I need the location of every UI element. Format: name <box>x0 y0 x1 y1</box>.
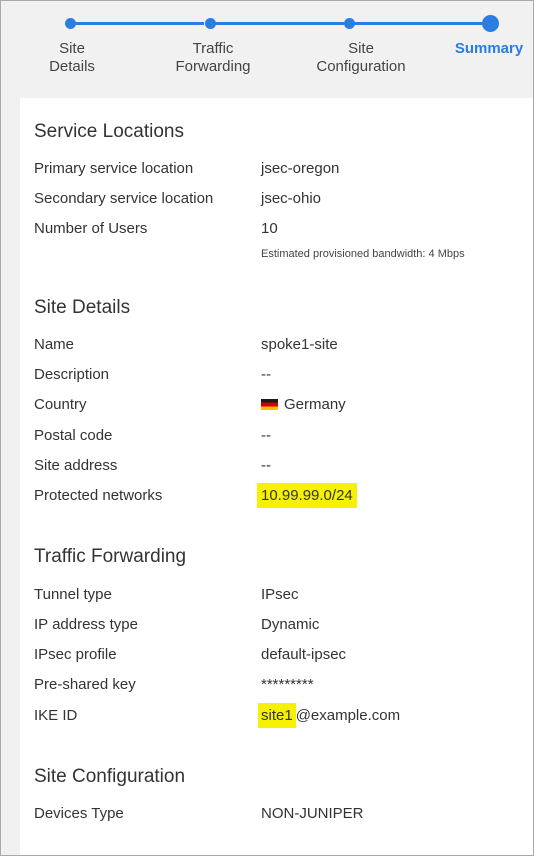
row-label-country: Country <box>34 396 87 413</box>
row-label-description: Description <box>34 366 110 383</box>
section-title-service-locations: Service Locations <box>34 121 184 142</box>
row-label-site-address: Site address <box>34 457 118 474</box>
step-dot-traffic-forwarding[interactable] <box>205 18 216 29</box>
ike-id-domain: @example.com <box>295 707 401 724</box>
step-label-line: Configuration <box>316 58 406 75</box>
row-label-pre-shared-key: Pre-shared key <box>34 676 136 693</box>
section-title-site-details: Site Details <box>34 297 131 318</box>
section-title-site-configuration: Site Configuration <box>34 766 186 787</box>
step-dot-site-configuration[interactable] <box>344 18 355 29</box>
row-value-ip-address-type: Dynamic <box>261 616 320 633</box>
step-label-site-details[interactable]: Site Details <box>12 40 132 76</box>
row-value-tunnel-type: IPsec <box>261 586 299 603</box>
row-label-secondary-service-location: Secondary service location <box>34 190 214 207</box>
row-label-ike-id: IKE ID <box>34 707 78 724</box>
step-label-line: Details <box>49 58 95 75</box>
step-label-line: Site <box>59 40 85 57</box>
step-dot-summary <box>482 15 499 32</box>
highlighted-value: 10.99.99.0/24 <box>257 483 357 508</box>
row-value-pre-shared-key: ********* <box>261 676 314 693</box>
row-label-primary-service-location: Primary service location <box>34 160 194 177</box>
bandwidth-note: Estimated provisioned bandwidth: 4 Mbps <box>261 248 465 260</box>
row-label-ipsec-profile: IPsec profile <box>34 646 117 663</box>
country-name: Germany <box>284 396 346 413</box>
row-value-devices-type: NON-JUNIPER <box>261 805 364 822</box>
row-label-name: Name <box>34 336 75 353</box>
row-label-ip-address-type: IP address type <box>34 616 138 633</box>
step-label-line: Site <box>348 40 374 57</box>
wizard-stepper: Site Details Traffic Forwarding Site Con… <box>1 1 533 97</box>
step-label-summary: Summary <box>429 40 533 58</box>
germany-flag-icon <box>261 399 278 410</box>
row-value-postal-code: -- <box>261 427 271 444</box>
row-value-secondary-service-location: jsec-ohio <box>261 190 322 207</box>
row-label-postal-code: Postal code <box>34 427 113 444</box>
step-connector <box>354 22 484 25</box>
row-value-description: -- <box>261 366 271 383</box>
step-connector <box>74 22 204 25</box>
step-label-traffic-forwarding[interactable]: Traffic Forwarding <box>153 40 273 76</box>
summary-card: Service Locations Primary service locati… <box>20 98 533 855</box>
highlighted-value: site1 <box>258 703 296 728</box>
row-value-ike-id: site1 @example.com <box>258 703 401 728</box>
section-title-traffic-forwarding: Traffic Forwarding <box>34 546 187 567</box>
summary-panel: Site Details Traffic Forwarding Site Con… <box>0 0 534 856</box>
row-value-protected-networks: 10.99.99.0/24 <box>257 483 357 508</box>
row-label-tunnel-type: Tunnel type <box>34 586 112 603</box>
row-value-name: spoke1-site <box>261 336 338 353</box>
step-dot-site-details[interactable] <box>65 18 76 29</box>
row-value-primary-service-location: jsec-oregon <box>261 160 340 177</box>
step-label-site-configuration[interactable]: Site Configuration <box>301 40 421 76</box>
step-label-line: Traffic <box>192 40 234 57</box>
row-label-devices-type: Devices Type <box>34 805 124 822</box>
row-value-country: Germany <box>261 396 346 413</box>
step-label-line: Summary <box>454 40 524 57</box>
row-label-number-of-users: Number of Users <box>34 220 148 237</box>
step-connector <box>214 22 344 25</box>
row-value-ipsec-profile: default-ipsec <box>261 646 347 663</box>
step-label-line: Forwarding <box>175 58 251 75</box>
row-value-site-address: -- <box>261 457 271 474</box>
row-value-number-of-users: 10 <box>261 220 278 237</box>
row-label-protected-networks: Protected networks <box>34 487 163 504</box>
